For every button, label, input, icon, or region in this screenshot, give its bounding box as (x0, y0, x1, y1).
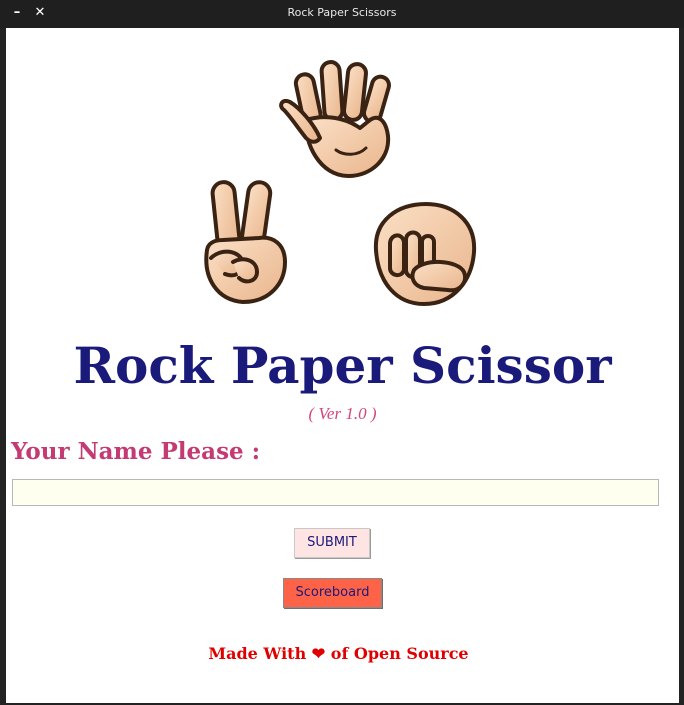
footer-suffix: of Open Source (330, 644, 469, 663)
main-content: Rock Paper Scissor ( Ver 1.0 ) Your Name… (6, 28, 679, 703)
footer-credit: Made With ❤ of Open Source (6, 644, 671, 663)
rock-fist-icon (373, 202, 477, 306)
paper-hand-icon (279, 60, 391, 178)
heart-icon: ❤ (311, 644, 326, 663)
footer-prefix: Made With (208, 644, 307, 663)
version-label: ( Ver 1.0 ) (308, 404, 377, 423)
submit-button[interactable]: SUBMIT (294, 528, 370, 558)
app-title: Rock Paper Scissor (73, 336, 612, 395)
name-input[interactable] (12, 479, 659, 506)
title-bar[interactable]: – ✕ Rock Paper Scissors (0, 0, 684, 28)
scissors-hand-icon (204, 180, 287, 304)
scoreboard-button[interactable]: Scoreboard (283, 578, 382, 608)
name-label: Your Name Please : (11, 438, 261, 465)
app-window: – ✕ Rock Paper Scissors Rock Paper Sciss… (0, 0, 684, 705)
window-title: Rock Paper Scissors (287, 6, 397, 19)
